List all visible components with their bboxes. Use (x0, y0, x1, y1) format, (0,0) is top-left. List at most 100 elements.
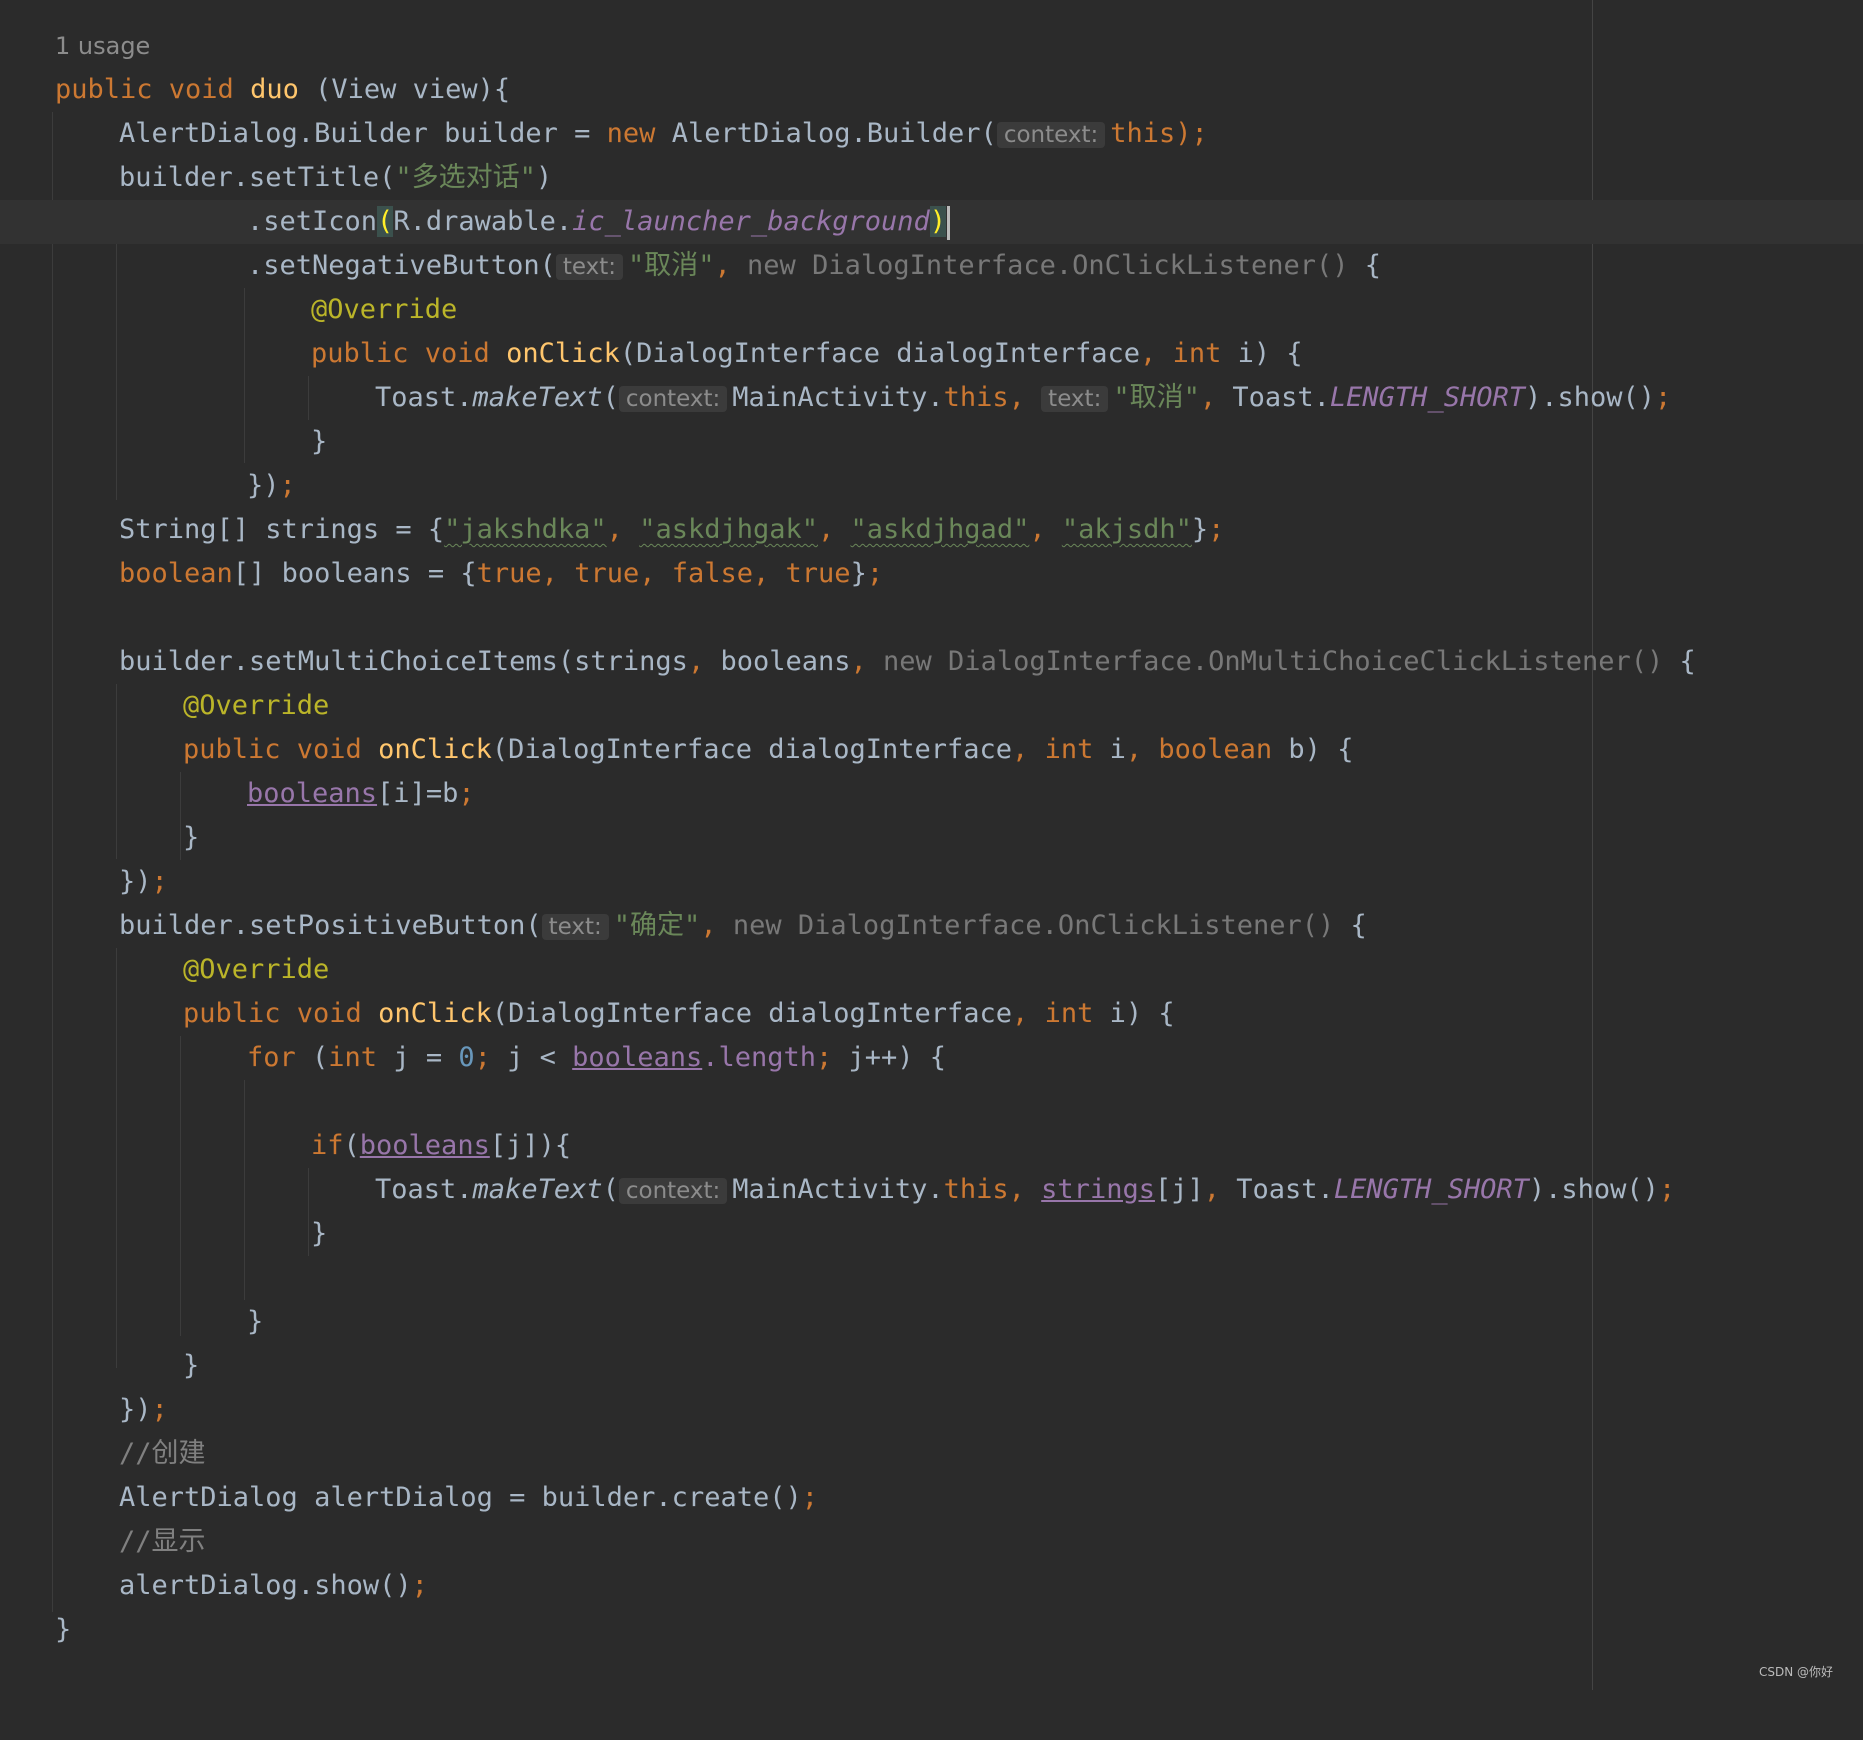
usage-hint-line: 1 usage (0, 24, 1863, 68)
code-text: i) { (1093, 998, 1175, 1029)
code-line: public void onClick(DialogInterface dial… (0, 992, 1863, 1036)
parameter-hint: context: (618, 1178, 728, 1204)
method-call: makeText (472, 382, 603, 413)
keyword: int (1172, 338, 1222, 369)
punctuation: , (1012, 734, 1045, 765)
code-text: ).show() (1528, 1174, 1659, 1205)
code-text: .setNegativeButton( (247, 250, 556, 281)
code-text: { (1334, 910, 1367, 941)
collapsed-anonymous-class[interactable]: new DialogInterface.OnClickListener() (733, 910, 1334, 941)
punctuation: ; (801, 1482, 818, 1513)
punctuation: , (639, 558, 672, 589)
keyword: new (606, 118, 656, 149)
code-line: }); (0, 860, 1863, 904)
field-name: LENGTH_SHORT (1329, 382, 1525, 413)
punctuation: , (1125, 734, 1159, 765)
method-name: onClick (378, 734, 492, 765)
punctuation: ; (411, 1570, 428, 1601)
code-text: } (183, 822, 200, 853)
code-text: } (850, 558, 867, 589)
code-text: (DialogInterface dialogInterface (491, 998, 1013, 1029)
code-line: } (0, 1608, 1863, 1652)
code-line: .setNegativeButton(text: "取消", new Dialog… (0, 244, 1863, 288)
code-text: String[] strings = { (119, 514, 445, 545)
code-text: ( (602, 382, 619, 413)
code-text: i) { (1221, 338, 1303, 369)
code-text: }) (247, 470, 280, 501)
code-text: }) (119, 866, 152, 897)
string-literal: "askdjhgak" (639, 514, 818, 545)
code-line: @Override (0, 684, 1863, 728)
code-line: Toast.makeText(context: MainActivity.this… (0, 376, 1863, 420)
punctuation: , (541, 558, 575, 589)
field-name: .length (702, 1042, 817, 1073)
code-text: { (1348, 250, 1382, 281)
keyword: public void (183, 998, 379, 1029)
code-text: AlertDialog.Builder( (655, 118, 997, 149)
field-name: LENGTH_SHORT (1333, 1174, 1529, 1205)
keyword: int (1044, 734, 1094, 765)
variable-reference: strings (1041, 1174, 1155, 1205)
code-line: for (int j = 0; j < booleans.length; j++… (0, 1036, 1863, 1080)
code-line: public void duo (View view){ (0, 68, 1863, 112)
collapsed-anonymous-class[interactable]: new DialogInterface.OnMultiChoiceClickLi… (883, 646, 1663, 677)
code-line: //显示 (0, 1520, 1863, 1564)
punctuation: ; (279, 470, 296, 501)
method-name: duo (250, 74, 299, 105)
code-text: } (183, 1350, 200, 1381)
code-text: j = (377, 1042, 459, 1073)
code-text: builder.setMultiChoiceItems(strings (119, 646, 688, 677)
keyword: this (943, 382, 1009, 413)
string-literal: "多选对话" (395, 162, 536, 193)
code-line: }); (0, 464, 1863, 508)
code-text: [j]){ (489, 1130, 572, 1161)
code-text: j < (507, 1042, 573, 1073)
keyword: boolean (1158, 734, 1273, 765)
comment: //创建 (119, 1438, 206, 1469)
punctuation: , (687, 646, 721, 677)
punctuation: ; (1655, 382, 1672, 413)
keyword: this (1110, 118, 1176, 149)
keyword: true (574, 558, 640, 589)
code-text: builder.setTitle( (119, 162, 396, 193)
string-literal: "akjsdh" (1061, 514, 1192, 545)
punctuation: ; (151, 866, 168, 897)
code-text: Toast. (1232, 382, 1330, 413)
parameter-hint: context: (618, 386, 728, 412)
collapsed-anonymous-class[interactable]: new DialogInterface.OnClickListener() (747, 250, 1348, 281)
code-text: alertDialog.show() (119, 1570, 412, 1601)
string-literal: "取消" (1113, 382, 1200, 413)
punctuation: , (818, 514, 851, 545)
string-literal: "确定" (613, 910, 701, 941)
usage-hint[interactable]: 1 usage (55, 24, 150, 68)
method-name: onClick (378, 998, 492, 1029)
code-text: MainActivity. (732, 1174, 944, 1205)
code-line: builder.setMultiChoiceItems(strings, boo… (0, 640, 1863, 684)
code-text: [j] (1154, 1174, 1204, 1205)
code-line: } (0, 1300, 1863, 1344)
punctuation: ; (1208, 514, 1225, 545)
variable-reference: booleans (247, 778, 378, 809)
matched-brace: ( (377, 206, 394, 237)
annotation: @Override (311, 294, 458, 325)
code-text: } (311, 1218, 328, 1249)
punctuation: , (700, 910, 733, 941)
code-text: AlertDialog.Builder builder = (119, 118, 607, 149)
punctuation: ; (1658, 1174, 1676, 1205)
current-line: .setIcon(R.drawable.ic_launcher_backgrou… (0, 200, 1863, 244)
punctuation: ; (866, 558, 884, 589)
comment: //显示 (119, 1526, 206, 1557)
punctuation: , (1140, 338, 1173, 369)
parameter-hint: context: (996, 122, 1106, 148)
code-text: } (247, 1306, 264, 1337)
code-text: [] booleans = { (232, 558, 477, 589)
annotation: @Override (183, 954, 330, 985)
parameter-hint: text: (1041, 386, 1109, 412)
punctuation: ; (474, 1042, 508, 1073)
method-call: makeText (472, 1174, 603, 1205)
code-editor[interactable]: 1 usage public void duo (View view){ Ale… (0, 0, 1863, 1690)
variable-reference: booleans (359, 1130, 490, 1161)
code-text: ( (295, 1042, 329, 1073)
code-line: booleans[i]=b; (0, 772, 1863, 816)
watermark: CSDN @你好 (1758, 1665, 1833, 1679)
